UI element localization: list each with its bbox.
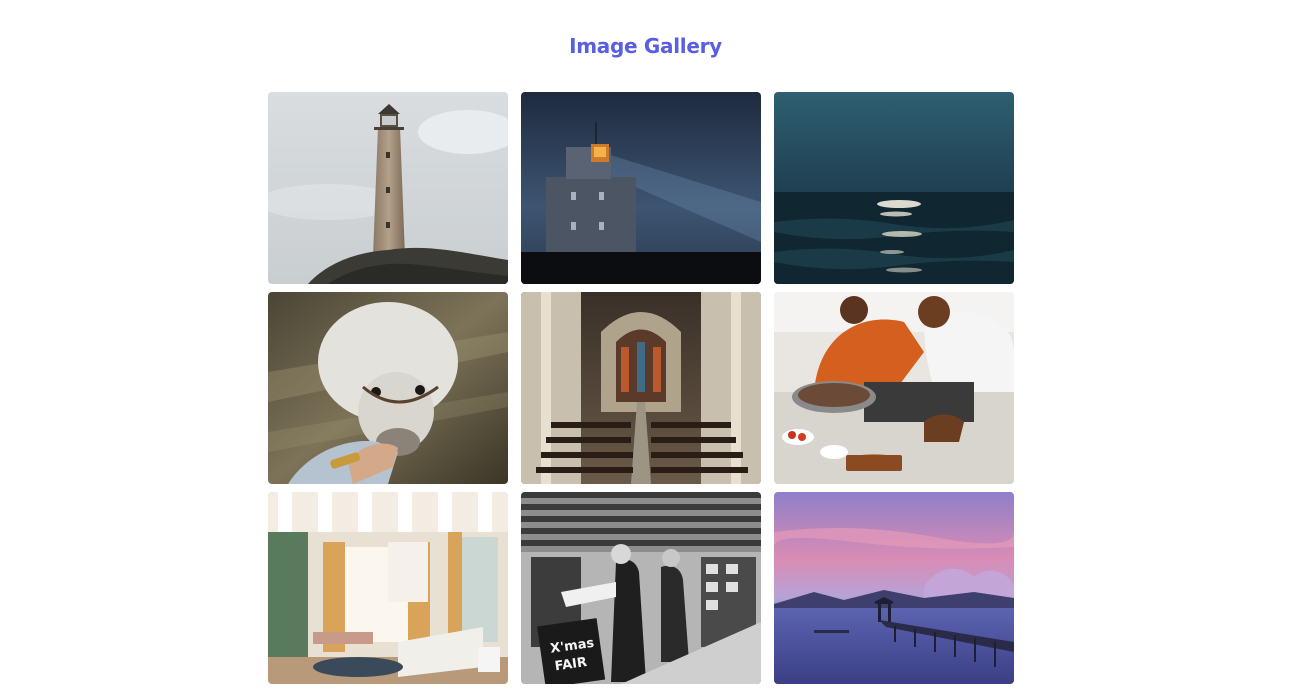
gallery-image-lighthouse-night[interactable]: [521, 92, 761, 284]
image-grid: X'mas FAIR: [268, 92, 1014, 684]
gallery-image-living-room[interactable]: [268, 492, 508, 684]
pier-sunset-photo: [774, 492, 1014, 684]
lighthouse-cliff-photo: [268, 92, 508, 284]
christmas-fair-photo: X'mas FAIR: [521, 492, 761, 684]
gallery-image-moonlit-sea[interactable]: [774, 92, 1014, 284]
gallery-image-lighthouse-cliff[interactable]: [268, 92, 508, 284]
page-title: Image Gallery: [569, 34, 722, 58]
gallery-image-christmas-fair[interactable]: X'mas FAIR: [521, 492, 761, 684]
gallery-image-cathedral[interactable]: [521, 292, 761, 484]
xmas-fair-sign: X'mas FAIR: [537, 618, 606, 684]
lighthouse-night-photo: [521, 92, 761, 284]
gallery-image-pier-sunset[interactable]: [774, 492, 1014, 684]
gallery-image-cooking[interactable]: [774, 292, 1014, 484]
gallery-page: Image Gallery X'mas FAIR: [0, 0, 1291, 691]
cathedral-photo: [521, 292, 761, 484]
alpaca-photo: [268, 292, 508, 484]
gallery-image-alpaca[interactable]: [268, 292, 508, 484]
living-room-photo: [268, 492, 508, 684]
cooking-photo: [774, 292, 1014, 484]
moonlit-sea-photo: [774, 92, 1014, 284]
